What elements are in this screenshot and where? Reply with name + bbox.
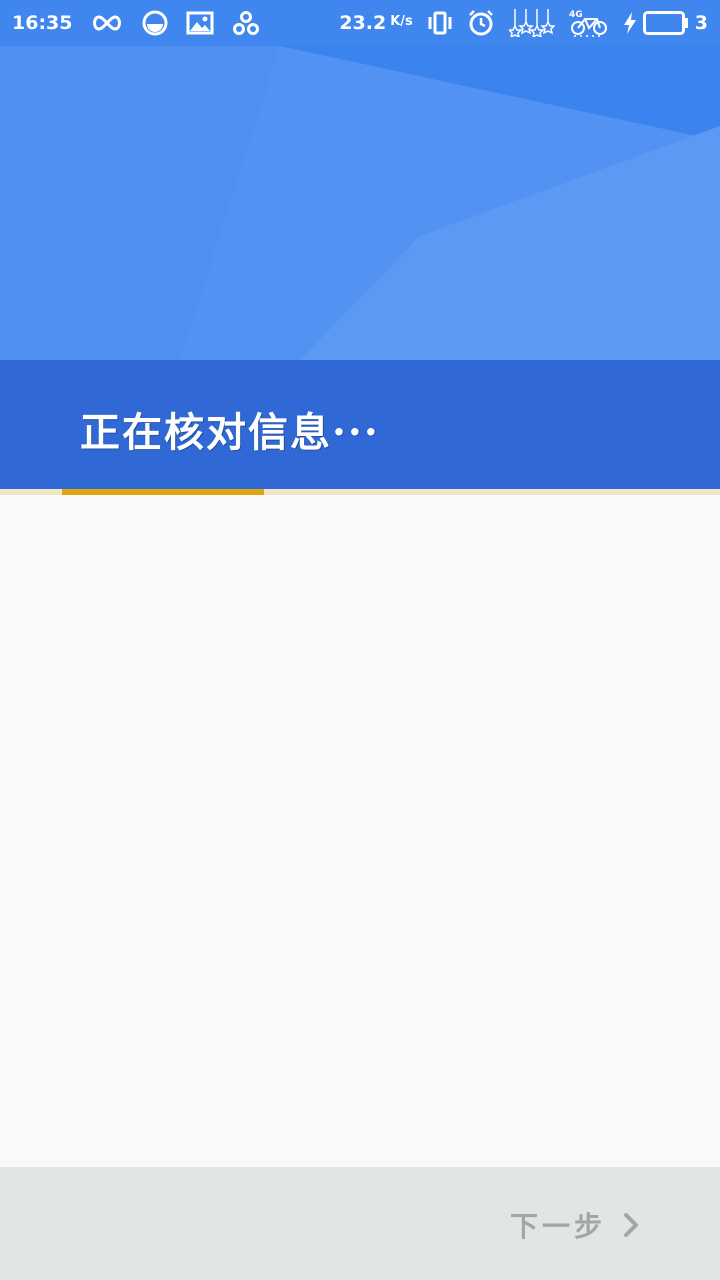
status-time: 16:35 <box>12 12 73 34</box>
browser-icon <box>142 8 168 38</box>
gallery-icon <box>186 8 214 38</box>
battery-indicator: 3 <box>623 8 708 38</box>
header-banner: 正在核对信息··· <box>0 46 720 490</box>
hanging-stars-icon <box>508 8 555 38</box>
network-speed-unit: K/s <box>390 14 413 29</box>
share-icon <box>232 8 260 38</box>
charging-bolt-icon <box>623 8 637 38</box>
alarm-icon <box>467 8 495 38</box>
bottom-bar: 下一步 <box>0 1167 720 1280</box>
network-speed: 23.2 K/s <box>339 12 412 34</box>
battery-level: 3 <box>694 12 708 34</box>
next-button-label: 下一步 <box>509 1210 606 1243</box>
infinity-icon <box>90 8 124 38</box>
vibrate-icon <box>427 8 453 38</box>
status-bar: 16:35 23.2 K/s 4G 3 <box>0 0 720 46</box>
svg-text:4G: 4G <box>569 10 583 20</box>
page-title: 正在核对信息··· <box>80 409 380 456</box>
main-content <box>0 495 720 1167</box>
chevron-right-icon <box>622 1212 640 1238</box>
battery-icon <box>642 8 689 38</box>
status-band: 正在核对信息··· <box>0 360 720 490</box>
4g-bike-icon: 4G <box>569 8 609 38</box>
network-speed-value: 23.2 <box>339 12 387 34</box>
next-button[interactable]: 下一步 <box>510 1205 640 1245</box>
